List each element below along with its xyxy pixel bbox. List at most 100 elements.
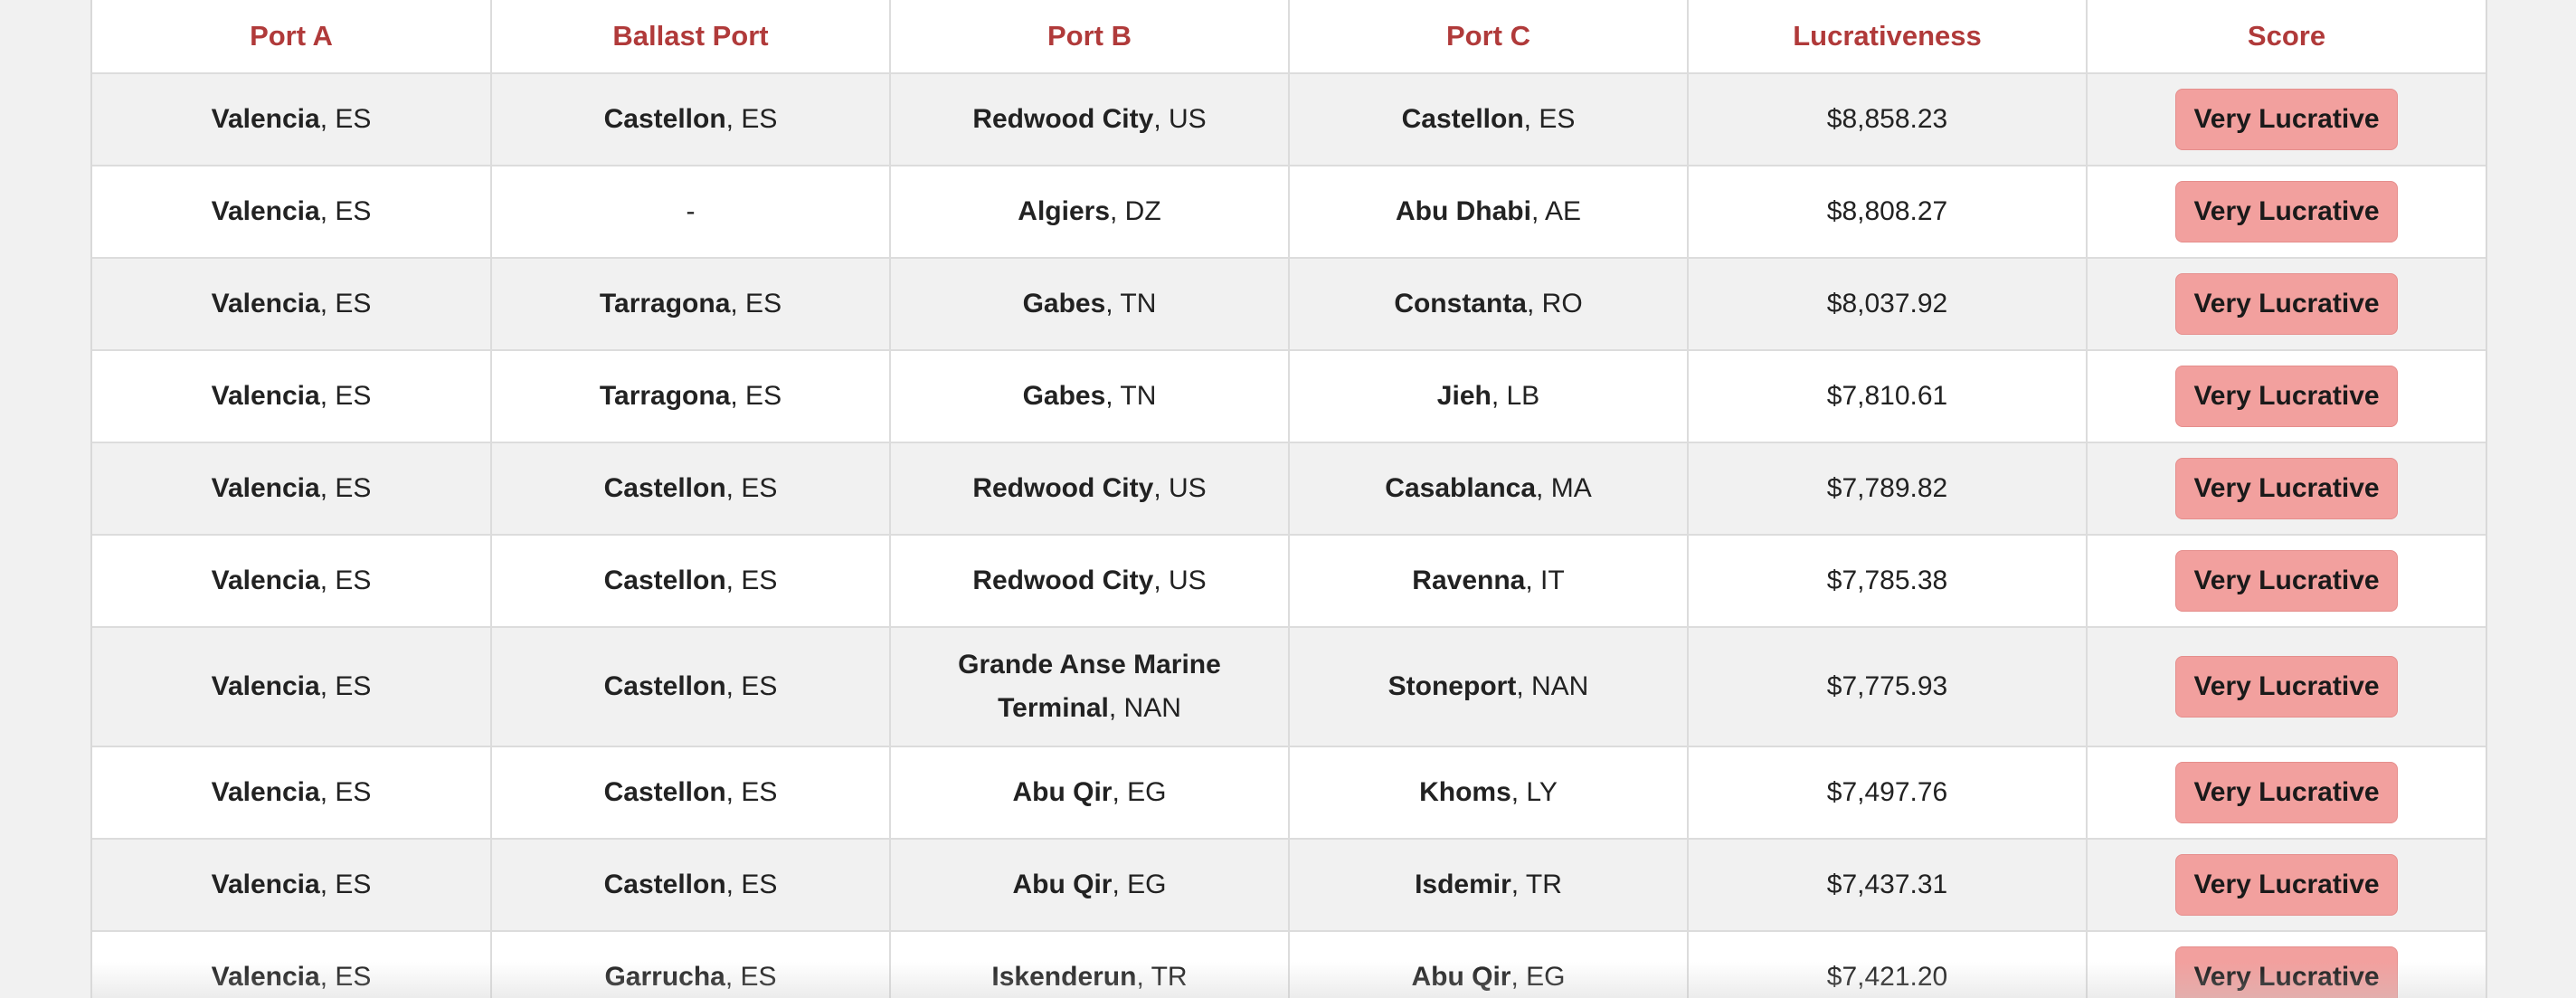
port-a-cell: Valencia, ES	[92, 258, 492, 351]
port-c-cell: Jieh, LB	[1289, 350, 1689, 443]
port-b-cell: Redwood City, US	[890, 535, 1290, 628]
port-name: Castellon	[603, 473, 726, 503]
lucrativeness-cell: $7,785.38	[1688, 535, 2088, 628]
port-name: Isdemir	[1415, 870, 1511, 899]
lucrativeness-cell: $8,858.23	[1688, 73, 2088, 166]
port-name: Jieh	[1436, 381, 1492, 411]
port-c-cell: Stoneport, NAN	[1289, 627, 1689, 747]
port-name: Gabes	[1022, 289, 1106, 318]
table-row[interactable]: Valencia, ES Castellon, ES Grande Anse Mar…	[92, 627, 2486, 747]
lucrativeness-cell: $7,810.61	[1688, 350, 2088, 443]
port-country: , ES	[725, 473, 778, 503]
port-b-cell: Redwood City, US	[890, 73, 1290, 166]
lucrativeness-cell: $8,037.92	[1688, 258, 2088, 351]
port-country: , RO	[1527, 289, 1583, 318]
port-name: Castellon	[603, 566, 726, 595]
port-country: , ES	[725, 777, 778, 807]
table-header-row: Port A Ballast Port Port B Port C Lucrat…	[92, 0, 2486, 74]
port-country: , TN	[1105, 381, 1157, 411]
port-country: , ES	[319, 289, 372, 318]
port-c-cell: Isdemir, TR	[1289, 839, 1689, 932]
header-port-b[interactable]: Port B	[890, 0, 1290, 74]
port-country: -	[686, 196, 696, 226]
port-name: Tarragona	[599, 381, 731, 411]
port-country: , ES	[319, 777, 372, 807]
score-cell: Very Lucrative	[2087, 746, 2486, 840]
header-port-c[interactable]: Port C	[1289, 0, 1689, 74]
port-name: Abu Qir	[1411, 962, 1511, 992]
score-badge: Very Lucrative	[2175, 181, 2398, 242]
score-cell: Very Lucrative	[2087, 350, 2486, 443]
port-a-cell: Valencia, ES	[92, 931, 492, 998]
port-a-cell: Valencia, ES	[92, 350, 492, 443]
ballast-port-cell: Garrucha, ES	[491, 931, 891, 998]
score-cell: Very Lucrative	[2087, 166, 2486, 259]
results-panel: Port A Ballast Port Port B Port C Lucrat…	[90, 0, 2487, 998]
ballast-port-cell: -	[491, 166, 891, 259]
table-row[interactable]: Valencia, ES Castellon, ES Abu Qir, EG Isde…	[92, 839, 2486, 932]
score-badge: Very Lucrative	[2175, 273, 2398, 335]
port-country: , ES	[319, 104, 372, 134]
port-country: , IT	[1525, 566, 1565, 595]
port-country: , ES	[725, 104, 778, 134]
ballast-port-cell: Castellon, ES	[491, 839, 891, 932]
score-cell: Very Lucrative	[2087, 535, 2486, 628]
port-name: Valencia	[211, 196, 320, 226]
port-country: , TR	[1136, 962, 1188, 992]
port-a-cell: Valencia, ES	[92, 535, 492, 628]
table-row[interactable]: Valencia, ES - Algiers, DZ Abu Dhabi, AE $8,…	[92, 166, 2486, 259]
table-row[interactable]: Valencia, ES Garrucha, ES Iskenderun, TR Ab…	[92, 931, 2486, 998]
port-name: Valencia	[211, 381, 320, 411]
port-b-cell: Abu Qir, EG	[890, 746, 1290, 840]
lucrativeness-cell: $7,421.20	[1688, 931, 2088, 998]
table-row[interactable]: Valencia, ES Tarragona, ES Gabes, TN Consta…	[92, 258, 2486, 351]
score-cell: Very Lucrative	[2087, 627, 2486, 747]
lucrativeness-cell: $8,808.27	[1688, 166, 2088, 259]
port-name: Valencia	[211, 289, 320, 318]
ballast-port-cell: Castellon, ES	[491, 746, 891, 840]
port-c-cell: Abu Qir, EG	[1289, 931, 1689, 998]
score-badge: Very Lucrative	[2175, 656, 2398, 718]
table-row[interactable]: Valencia, ES Castellon , ES Redwood City, U…	[92, 535, 2486, 628]
header-ballast-port[interactable]: Ballast Port	[491, 0, 891, 74]
port-c-cell: Ravenna, IT	[1289, 535, 1689, 628]
score-badge: Very Lucrative	[2175, 550, 2398, 612]
port-b-cell: Abu Qir, EG	[890, 839, 1290, 932]
port-country: , ES	[724, 962, 777, 992]
port-name: Castellon	[603, 104, 726, 134]
port-country: , ES	[730, 381, 782, 411]
score-badge: Very Lucrative	[2175, 89, 2398, 150]
port-name: Khoms	[1419, 777, 1511, 807]
port-c-cell: Constanta, RO	[1289, 258, 1689, 351]
port-country: , LY	[1511, 777, 1558, 807]
table-row[interactable]: Valencia, ES Castellon, ES Redwood City, U…	[92, 73, 2486, 166]
table-row[interactable]: Valencia, ES Tarragona, ES Gabes, TN Jieh, …	[92, 350, 2486, 443]
port-country: , EG	[1112, 777, 1167, 807]
score-badge: Very Lucrative	[2175, 946, 2398, 998]
port-name: Constanta	[1394, 289, 1527, 318]
port-country: , ES	[319, 671, 372, 701]
header-port-a[interactable]: Port A	[92, 0, 492, 74]
port-a-cell: Valencia, ES	[92, 746, 492, 840]
port-country: , MA	[1536, 473, 1592, 503]
header-score[interactable]: Score	[2087, 0, 2486, 74]
port-name: Redwood City	[972, 473, 1154, 503]
header-lucrativeness[interactable]: Lucrativeness	[1688, 0, 2088, 74]
table-row[interactable]: Valencia, ES Castellon, ES Redwood City, U…	[92, 442, 2486, 536]
port-name: Valencia	[211, 777, 320, 807]
port-country: , TR	[1511, 870, 1562, 899]
score-badge: Very Lucrative	[2175, 366, 2398, 427]
port-country: , ES	[319, 566, 372, 595]
ballast-port-cell: Tarragona, ES	[491, 350, 891, 443]
port-b-cell: Gabes, TN	[890, 350, 1290, 443]
port-name: Castellon	[603, 777, 726, 807]
port-name: Redwood City	[972, 566, 1154, 595]
port-b-cell: Gabes, TN	[890, 258, 1290, 351]
table-row[interactable]: Valencia, ES Castellon, ES Abu Qir, EG Khom…	[92, 746, 2486, 840]
port-name: Castellon	[603, 870, 726, 899]
port-a-cell: Valencia, ES	[92, 442, 492, 536]
port-name: Castellon	[603, 671, 726, 701]
lucrativeness-cell: $7,497.76	[1688, 746, 2088, 840]
port-name: Grande Anse Marine Terminal	[958, 650, 1221, 723]
port-b-cell: Redwood City, US	[890, 442, 1290, 536]
